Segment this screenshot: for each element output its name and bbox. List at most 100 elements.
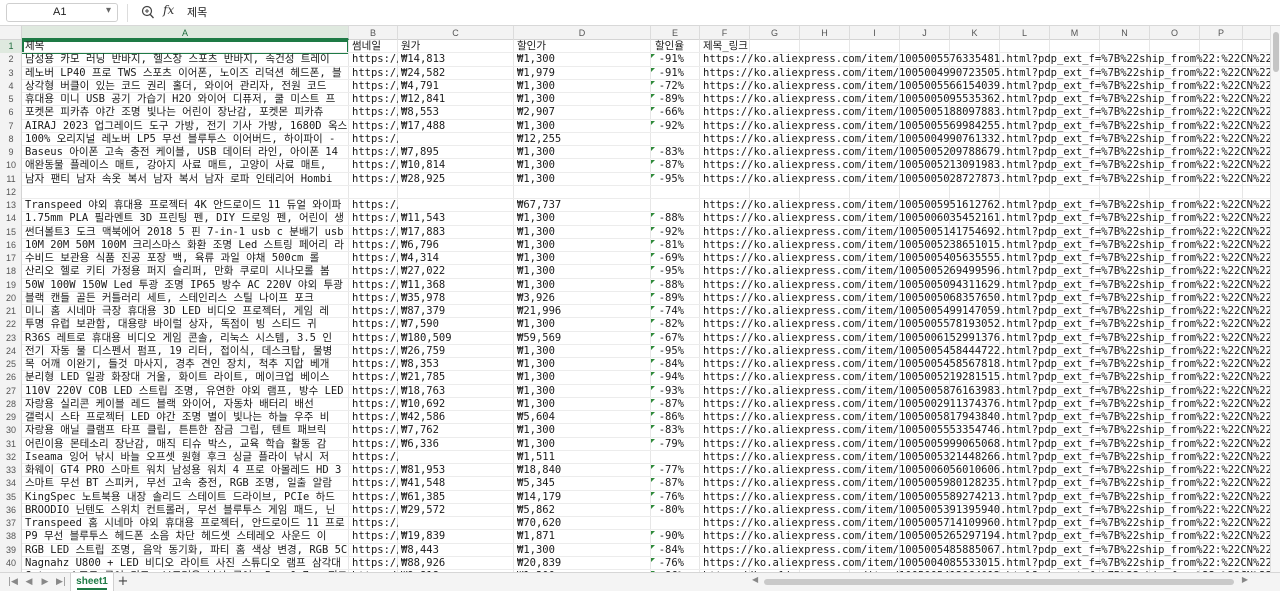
cell-e[interactable]: -67% — [651, 332, 700, 345]
column-header-i[interactable]: I — [850, 26, 900, 40]
cell-c[interactable]: ₩29,572 — [398, 504, 514, 517]
cell-a[interactable]: 남자 팬티 남자 속옷 복서 남자 복서 남자 로파 인테리어 Hombi — [22, 173, 349, 186]
cell-d[interactable] — [514, 186, 651, 199]
cell-a[interactable]: 레노버 LP40 프로 TWS 스포츠 이어폰, 노이즈 리덕션 헤드폰, 블 — [22, 67, 349, 80]
cell-b[interactable]: https://s — [349, 212, 398, 225]
formula-input[interactable]: 제목 — [187, 4, 207, 20]
cell-c[interactable]: ₩6,336 — [398, 438, 514, 451]
cell-c[interactable]: ₩7,895 — [398, 146, 514, 159]
cell-a[interactable]: Transpeed 홈 시네마 야외 휴대용 프로젝터, 안드로이드 11 프로 — [22, 517, 349, 530]
cell-c[interactable]: ₩42,586 — [398, 411, 514, 424]
cell-a[interactable]: 10M 20M 50M 100M 크리스마스 화환 조명 Led 스트링 페어리… — [22, 239, 349, 252]
cell-e[interactable]: -89% — [651, 292, 700, 305]
cell-f[interactable]: https://ko.aliexpress.com/item/100500540… — [700, 252, 1270, 265]
cell-a[interactable]: AIRAJ 2023 업그레이드 도구 가방, 전기 기사 가방, 1680D … — [22, 120, 349, 133]
cell-b[interactable]: https://s — [349, 557, 398, 570]
cell-f[interactable]: https://ko.aliexpress.com/item/100500502… — [700, 173, 1270, 186]
cell-a[interactable]: 투명 유럽 보관함, 대용량 바이럴 상자, 독점이 빙 스티드 귀 — [22, 318, 349, 331]
cell-e[interactable]: -91% — [651, 53, 700, 66]
cell-f[interactable]: https://ko.aliexpress.com/item/100500555… — [700, 424, 1270, 437]
cell-f[interactable]: https://ko.aliexpress.com/item/100500605… — [700, 464, 1270, 477]
cell-a[interactable]: Transpeed 야외 휴대용 프로젝터 4K 안드로이드 11 듀얼 와이파 — [22, 199, 349, 212]
cell-c[interactable]: ₩24,582 — [398, 67, 514, 80]
row-number[interactable]: 40 — [0, 557, 21, 570]
cell-e[interactable]: -86% — [651, 411, 700, 424]
cell-f[interactable]: https://ko.aliexpress.com/item/100500545… — [700, 358, 1270, 371]
cell-a[interactable]: 남성용 카모 러닝 반바지, 헬스장 스포츠 반바지, 속건성 트레이 — [22, 53, 349, 66]
cell-d[interactable]: ₩1,300 — [514, 358, 651, 371]
cell-a[interactable]: 화웨이 GT4 PRO 스마트 워치 남성용 워치 4 프로 아몰레드 HD 3 — [22, 464, 349, 477]
name-box[interactable]: A1 ▾ — [6, 3, 118, 22]
scrollbar-thumb[interactable] — [1273, 32, 1279, 72]
cell-d[interactable]: ₩1,300 — [514, 146, 651, 159]
cell-a[interactable]: 분리형 LED 일광 화장대 거울, 화이트 라이트, 메이크업 베이스 — [22, 371, 349, 384]
cell-d[interactable]: ₩20,839 — [514, 557, 651, 570]
cell-e[interactable] — [651, 517, 700, 530]
cell-e[interactable]: -95% — [651, 265, 700, 278]
cell-b[interactable]: https://s — [349, 252, 398, 265]
cell-d[interactable]: ₩5,862 — [514, 504, 651, 517]
cell-d[interactable]: ₩1,979 — [514, 67, 651, 80]
row-number[interactable]: 29 — [0, 411, 21, 424]
cell-a[interactable]: 포켓몬 피카츄 야간 조명 빛나는 어린이 장난감, 포켓몬 피카츄 — [22, 106, 349, 119]
cell-b[interactable]: https://s — [349, 279, 398, 292]
cell-b[interactable]: https://s — [349, 106, 398, 119]
row-number[interactable]: 9 — [0, 146, 21, 159]
cell-a[interactable]: 어린이용 몬테소리 장난감, 매직 티슈 박스, 교육 학습 활동 감 — [22, 438, 349, 451]
cell-f[interactable]: https://ko.aliexpress.com/item/100500523… — [700, 239, 1270, 252]
row-number[interactable]: 23 — [0, 332, 21, 345]
cell-f[interactable]: https://ko.aliexpress.com/item/100500514… — [700, 226, 1270, 239]
cell-b[interactable]: https://s — [349, 477, 398, 490]
cell-e[interactable]: -69% — [651, 252, 700, 265]
cell-b[interactable]: https://s — [349, 265, 398, 278]
cell-b[interactable]: https://s — [349, 239, 398, 252]
column-header-c[interactable]: C — [398, 26, 514, 40]
cell-e[interactable]: -87% — [651, 159, 700, 172]
cell-b[interactable]: https://s — [349, 398, 398, 411]
cell-b[interactable]: https://s — [349, 358, 398, 371]
tab-sheet1[interactable]: sheet1 — [70, 573, 114, 591]
cell-a[interactable]: 100% 오리지널 레노버 LP5 무선 블루투스 이어버드, 하이파이 - — [22, 133, 349, 146]
cell-e[interactable]: -76% — [651, 491, 700, 504]
cell-c[interactable]: ₩41,548 — [398, 477, 514, 490]
cell-b[interactable]: https://s — [349, 371, 398, 384]
vertical-scrollbar[interactable] — [1270, 26, 1280, 572]
cell-f[interactable]: https://ko.aliexpress.com/item/100500509… — [700, 93, 1270, 106]
cell-d[interactable]: ₩1,300 — [514, 93, 651, 106]
cell-c[interactable]: ₩61,385 — [398, 491, 514, 504]
row-number[interactable]: 36 — [0, 504, 21, 517]
row-number[interactable]: 18 — [0, 265, 21, 278]
cell-f[interactable]: https://ko.aliexpress.com/item/100500558… — [700, 491, 1270, 504]
cell-a[interactable]: 자랑용 애닐 클램프 타프 클립, 튼튼한 잠금 그립, 텐트 패브릭 — [22, 424, 349, 437]
cell-e[interactable]: -87% — [651, 398, 700, 411]
cell-a[interactable]: Baseus 아이폰 고속 충전 케이블, USB 데이터 라인, 아이폰 14 — [22, 146, 349, 159]
cell-c[interactable]: ₩8,353 — [398, 358, 514, 371]
cell-d[interactable]: ₩5,604 — [514, 411, 651, 424]
cell-e[interactable]: -87% — [651, 477, 700, 490]
cell-b[interactable]: https://s — [349, 504, 398, 517]
cell-f[interactable]: https://ko.aliexpress.com/item/100500545… — [700, 345, 1270, 358]
column-header-p[interactable]: P — [1200, 26, 1243, 40]
row-number[interactable]: 7 — [0, 120, 21, 133]
cell-c[interactable]: ₩26,759 — [398, 345, 514, 358]
cell-e[interactable]: -81% — [651, 239, 700, 252]
cell-e[interactable]: -80% — [651, 504, 700, 517]
cell-b[interactable]: https://s — [349, 385, 398, 398]
cell-b[interactable]: https://s — [349, 159, 398, 172]
cell-e[interactable]: -88% — [651, 212, 700, 225]
cell-e[interactable]: -92% — [651, 226, 700, 239]
cell-a[interactable] — [22, 186, 349, 199]
cell-b[interactable]: https://s — [349, 173, 398, 186]
row-number[interactable]: 20 — [0, 292, 21, 305]
cell-d[interactable]: ₩1,300 — [514, 80, 651, 93]
cell-d[interactable]: ₩3,926 — [514, 292, 651, 305]
cell-c[interactable]: ₩11,368 — [398, 279, 514, 292]
cell-b[interactable]: https://s — [349, 332, 398, 345]
cell-b[interactable]: https://s — [349, 292, 398, 305]
cell-b[interactable]: https://s — [349, 451, 398, 464]
cell-d[interactable]: ₩1,300 — [514, 371, 651, 384]
cell-c[interactable]: ₩4,314 — [398, 252, 514, 265]
cell-f[interactable]: https://ko.aliexpress.com/item/100500587… — [700, 385, 1270, 398]
cell-f[interactable]: https://ko.aliexpress.com/item/100500556… — [700, 120, 1270, 133]
cell-e[interactable]: -76% — [651, 557, 700, 570]
